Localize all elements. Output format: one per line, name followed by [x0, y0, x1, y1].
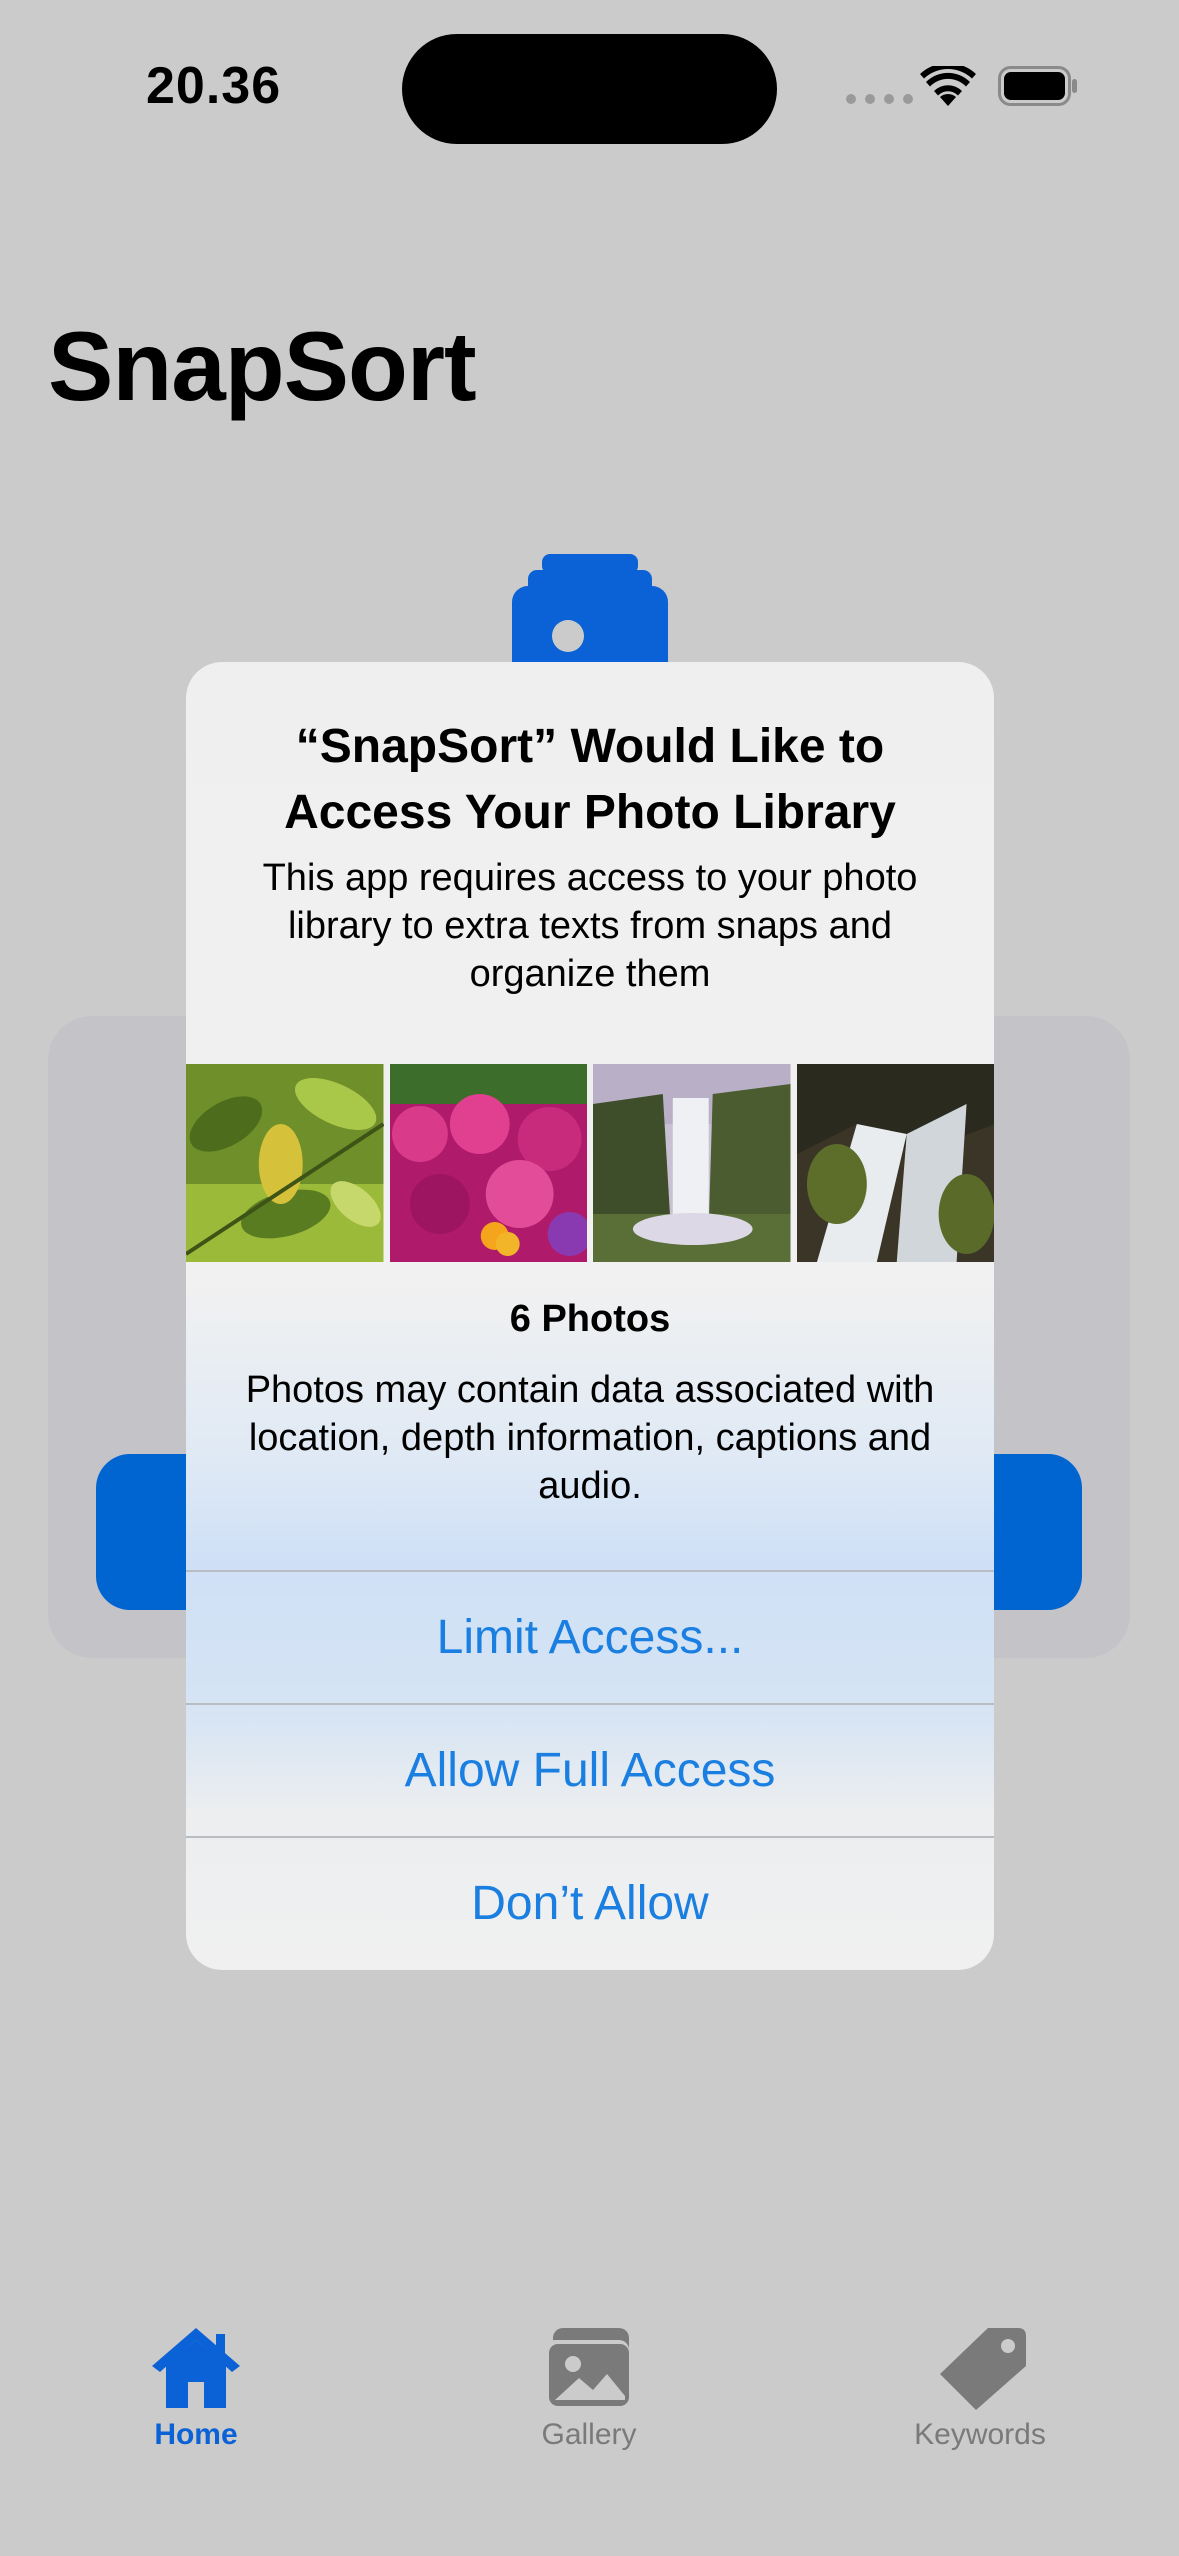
alert-message: This app requires access to your photo l… — [262, 857, 918, 995]
photo-thumbnail-waterfall — [593, 1064, 791, 1262]
tag-icon — [940, 2328, 1026, 2410]
tab-keywords[interactable]: Keywords — [880, 2322, 1080, 2452]
tab-keywords-label: Keywords — [914, 2418, 1046, 2451]
tab-home-label: Home — [154, 2418, 238, 2451]
photo-count: 6 Photos — [509, 1298, 671, 1340]
photo-permission-alert: “SnapSort” Would Like to Access Your Pho… — [186, 662, 994, 1970]
photo-thumbnail-cascade — [796, 1064, 994, 1262]
photo-thumbnail-flowers — [389, 1064, 587, 1262]
cellular-icon — [846, 94, 913, 104]
wifi-icon — [920, 66, 976, 106]
dont-allow-button[interactable]: Don’t Allow — [186, 1836, 994, 1968]
page-title: SnapSort — [48, 311, 477, 421]
tab-gallery-label: Gallery — [541, 2418, 637, 2451]
status-time: 20.36 — [146, 57, 282, 115]
photo-thumbnail-leaves — [186, 1064, 384, 1262]
battery-icon — [998, 66, 1077, 106]
photo-thumbnails — [186, 1064, 994, 1262]
allow-full-access-button[interactable]: Allow Full Access — [186, 1703, 994, 1835]
alert-note: Photos may contain data associated with … — [245, 1369, 935, 1507]
house-icon — [152, 2328, 240, 2408]
alert-title: “SnapSort” Would Like to Access Your Pho… — [284, 720, 896, 839]
tab-gallery[interactable]: Gallery — [489, 2322, 689, 2452]
limit-access-button[interactable]: Limit Access... — [186, 1570, 994, 1702]
photo-stack-icon — [545, 2328, 629, 2406]
dynamic-island — [402, 34, 777, 144]
tab-home[interactable]: Home — [96, 2322, 296, 2452]
